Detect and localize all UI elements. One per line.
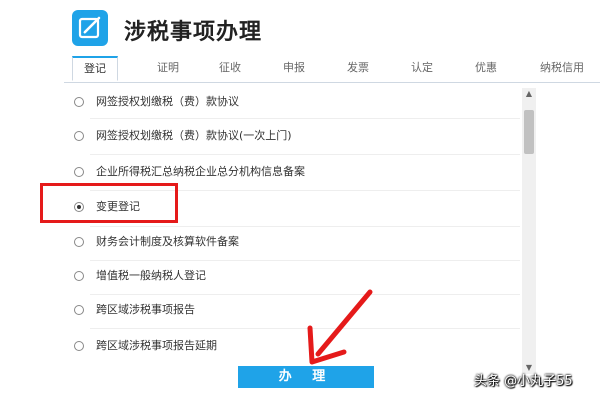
matter-list: 网签授权划缴税（费）款协议 网签授权划缴税（费）款协议(一次上门) 企业所得税汇…: [62, 84, 538, 369]
list-item[interactable]: 企业所得税汇总纳税企业总分机构信息备案: [62, 160, 522, 184]
highlight-box: [40, 183, 178, 223]
radio-button[interactable]: [74, 97, 84, 107]
tab-recognition[interactable]: 认定: [396, 56, 448, 82]
list-item[interactable]: 跨区域涉税事项报告: [62, 298, 522, 322]
radio-button[interactable]: [74, 305, 84, 315]
list-item[interactable]: 增值税一般纳税人登记: [62, 264, 522, 288]
list-item[interactable]: 跨区域涉税事项报告延期: [62, 334, 522, 358]
scroll-thumb[interactable]: [524, 110, 534, 154]
list-item-label: 跨区域涉税事项报告: [96, 303, 195, 316]
tab-register[interactable]: 登记: [72, 56, 118, 81]
divider: [90, 294, 520, 295]
list-item-label: 网签授权划缴税（费）款协议(一次上门): [96, 129, 292, 142]
radio-button[interactable]: [74, 237, 84, 247]
scrollbar[interactable]: ▲ ▼: [522, 88, 536, 374]
radio-button[interactable]: [74, 131, 84, 141]
divider: [90, 260, 520, 261]
tab-tax-credit[interactable]: 纳税信用: [530, 56, 594, 82]
divider: [90, 154, 520, 155]
radio-button[interactable]: [74, 271, 84, 281]
list-item-label: 财务会计制度及核算软件备案: [96, 235, 239, 248]
tab-invoice[interactable]: 发票: [332, 56, 384, 82]
tab-preferential[interactable]: 优惠: [460, 56, 512, 82]
list-item[interactable]: 网签授权划缴税（费）款协议(一次上门): [62, 124, 522, 148]
tab-certificate[interactable]: 证明: [142, 56, 194, 82]
tab-collection[interactable]: 征收: [204, 56, 256, 82]
submit-button[interactable]: 办 理: [238, 366, 374, 388]
tab-declaration[interactable]: 申报: [268, 56, 320, 82]
header: 涉税事项办理: [0, 0, 600, 52]
list-item-label: 跨区域涉税事项报告延期: [96, 339, 217, 352]
radio-button[interactable]: [74, 341, 84, 351]
edit-note-icon: [72, 10, 108, 46]
divider: [90, 328, 520, 329]
scroll-up-icon[interactable]: ▲: [522, 88, 536, 100]
radio-button[interactable]: [74, 167, 84, 177]
list-item-label: 网签授权划缴税（费）款协议: [96, 95, 239, 108]
list-item-label: 增值税一般纳税人登记: [96, 269, 206, 282]
page-title: 涉税事项办理: [124, 20, 263, 45]
divider: [90, 226, 520, 227]
tab-bar: 登记 证明 征收 申报 发票 认定 优惠 纳税信用: [64, 56, 600, 83]
list-item-label: 企业所得税汇总纳税企业总分机构信息备案: [96, 165, 305, 178]
watermark: 头条 @小丸子55: [474, 374, 573, 389]
divider: [90, 118, 520, 119]
list-item[interactable]: 财务会计制度及核算软件备案: [62, 230, 522, 254]
list-item[interactable]: 网签授权划缴税（费）款协议: [62, 90, 522, 114]
